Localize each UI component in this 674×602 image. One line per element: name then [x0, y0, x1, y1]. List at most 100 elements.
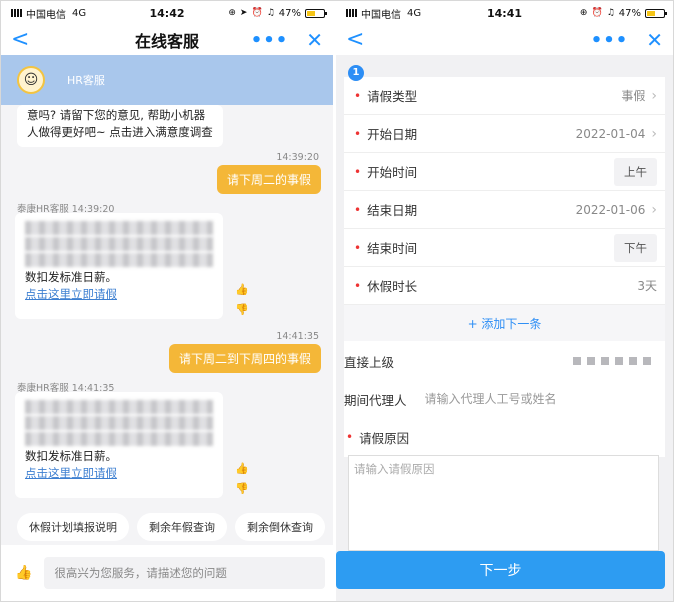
- end-time-picker[interactable]: 下午: [614, 233, 657, 262]
- headphones-icon: ♫: [266, 8, 275, 18]
- user-message: 请下周二的事假: [216, 165, 321, 194]
- survey-text: 意吗? 请留下您的意见, 帮助小机器人做得更好吧~ 点击进入满意度调查: [27, 108, 213, 139]
- row-start-date[interactable]: • 开始日期 2022-01-04 ›: [344, 115, 665, 153]
- chat-input-bar: 👍: [1, 545, 333, 601]
- quick-reply-chip[interactable]: 剩余年假查询: [137, 513, 227, 541]
- close-button[interactable]: ✕: [646, 28, 663, 52]
- agent-input[interactable]: [424, 392, 615, 406]
- signal-icon: [346, 9, 357, 17]
- duration-value: 3天: [637, 279, 657, 293]
- redacted-text: [25, 432, 213, 446]
- carrier-label: 中国电信: [361, 9, 401, 21]
- required-marker: •: [354, 88, 362, 103]
- nav-bar: < ••• ✕: [336, 25, 673, 55]
- add-next-button[interactable]: + 添加下一条: [344, 305, 665, 341]
- field-label: 结束时间: [367, 241, 418, 256]
- thumbs-up-icon[interactable]: 👍: [235, 283, 249, 296]
- headphones-icon: ♫: [606, 8, 615, 18]
- signal-icon: [11, 9, 22, 17]
- battery-icon: [645, 8, 667, 18]
- location-icon: ➤: [239, 8, 248, 18]
- bot-message-text: 数扣发标准日薪。: [25, 449, 117, 463]
- alarm-icon: ⏰: [251, 8, 263, 18]
- agent-label: 期间代理人: [344, 392, 407, 408]
- network-label: 4G: [72, 7, 87, 19]
- more-options-button[interactable]: •••: [591, 30, 629, 51]
- carrier-label: 中国电信: [26, 9, 66, 21]
- field-label: 结束日期: [367, 203, 418, 218]
- required-marker: •: [354, 126, 362, 141]
- row-end-time: • 结束时间 下午: [344, 229, 665, 267]
- reason-textarea[interactable]: [348, 455, 659, 551]
- required-marker: •: [354, 240, 362, 255]
- step-badge: 1: [348, 65, 364, 81]
- lock-rotation-icon: ⊕: [228, 8, 236, 18]
- chat-screen: 中国电信 4G 14:42 ⊕ ➤ ⏰ ♫ 47% < 在线客服 ••• ✕ ☺…: [1, 1, 333, 601]
- row-end-date[interactable]: • 结束日期 2022-01-06 ›: [344, 191, 665, 229]
- start-time-picker[interactable]: 上午: [614, 157, 657, 186]
- chat-input[interactable]: [44, 557, 325, 589]
- leave-type-value: 事假: [621, 89, 646, 103]
- required-marker: •: [346, 430, 354, 444]
- survey-message: 意吗? 请留下您的意见, 帮助小机器人做得更好吧~ 点击进入满意度调查: [17, 105, 223, 147]
- supervisor-label: 直接上级: [344, 354, 395, 370]
- field-label: 请假类型: [367, 89, 418, 104]
- required-marker: •: [354, 164, 362, 179]
- battery-percent: 47%: [278, 7, 301, 19]
- next-step-button[interactable]: 下一步: [336, 551, 665, 589]
- start-date-value: 2022-01-04: [575, 126, 646, 141]
- redacted-supervisor: [573, 357, 651, 365]
- row-reason: • 请假原因: [344, 417, 665, 457]
- redacted-text: [25, 253, 213, 267]
- reason-label: 请假原因: [359, 430, 410, 446]
- thumbs-up-icon[interactable]: 👍: [235, 462, 249, 475]
- row-duration: • 休假时长 3天: [344, 267, 665, 305]
- field-label: 开始时间: [367, 165, 418, 180]
- quick-reply-chip[interactable]: 休假计划填报说明: [17, 513, 129, 541]
- quick-reply-chip[interactable]: 剩余倒休查询: [235, 513, 325, 541]
- network-label: 4G: [407, 7, 422, 19]
- redacted-text: [25, 416, 213, 430]
- row-agent: 期间代理人: [344, 379, 665, 419]
- leave-entry-section: • 请假类型 事假 › • 开始日期 2022-01-04 › • 开始时间 上午 …: [344, 77, 665, 341]
- message-time: 14:41:35: [276, 331, 319, 342]
- thumbs-up-icon[interactable]: 👍: [15, 565, 32, 581]
- chevron-right-icon: ›: [651, 125, 657, 142]
- bot-message: 数扣发标准日薪。 点击这里立即请假: [15, 213, 223, 319]
- apply-leave-link[interactable]: 点击这里立即请假: [25, 465, 213, 482]
- redacted-text: [25, 221, 213, 235]
- leave-form: • 请假类型 事假 › • 开始日期 2022-01-04 › • 开始时间 上午 …: [336, 55, 673, 601]
- close-button[interactable]: ✕: [306, 28, 323, 52]
- chevron-right-icon: ›: [651, 201, 657, 218]
- row-supervisor: 直接上级: [344, 341, 665, 381]
- nav-bar: < 在线客服 ••• ✕: [1, 25, 333, 55]
- chat-history[interactable]: ☺ HR客服 意吗? 请留下您的意见, 帮助小机器人做得更好吧~ 点击进入满意度…: [1, 55, 333, 545]
- bot-banner: ☺ HR客服: [1, 55, 333, 105]
- required-marker: •: [354, 202, 362, 217]
- thumbs-down-icon[interactable]: 👎: [235, 303, 249, 316]
- back-button[interactable]: <: [346, 29, 364, 51]
- lock-rotation-icon: ⊕: [579, 8, 588, 18]
- redacted-text: [25, 400, 213, 414]
- status-bar: 中国电信 4G 14:42 ⊕ ➤ ⏰ ♫ 47%: [1, 1, 333, 25]
- field-label: 开始日期: [367, 127, 418, 142]
- apply-leave-link[interactable]: 点击这里立即请假: [25, 286, 213, 303]
- row-leave-type[interactable]: • 请假类型 事假 ›: [344, 77, 665, 115]
- leave-form-screen: 中国电信 4G 14:41 ⊕ ⏰ ♫ 47% < ••• ✕ • 请假类型 事…: [336, 1, 673, 601]
- bot-message: 数扣发标准日薪。 点击这里立即请假: [15, 392, 223, 498]
- redacted-text: [25, 237, 213, 251]
- quick-reply-bar: 休假计划填报说明 剩余年假查询 剩余倒休查询: [1, 513, 333, 541]
- field-label: 休假时长: [367, 279, 418, 294]
- back-button[interactable]: <: [11, 29, 29, 51]
- bot-name: HR客服: [67, 74, 105, 87]
- message-time: 14:39:20: [276, 152, 319, 163]
- bot-message-text: 数扣发标准日薪。: [25, 270, 117, 284]
- thumbs-down-icon[interactable]: 👎: [235, 482, 249, 495]
- more-options-button[interactable]: •••: [251, 30, 289, 51]
- user-message: 请下周二到下周四的事假: [168, 344, 321, 373]
- bot-avatar-icon: ☺: [17, 66, 45, 94]
- row-start-time: • 开始时间 上午: [344, 153, 665, 191]
- end-date-value: 2022-01-06: [575, 202, 646, 217]
- battery-icon: [305, 8, 327, 18]
- alarm-icon: ⏰: [591, 8, 603, 18]
